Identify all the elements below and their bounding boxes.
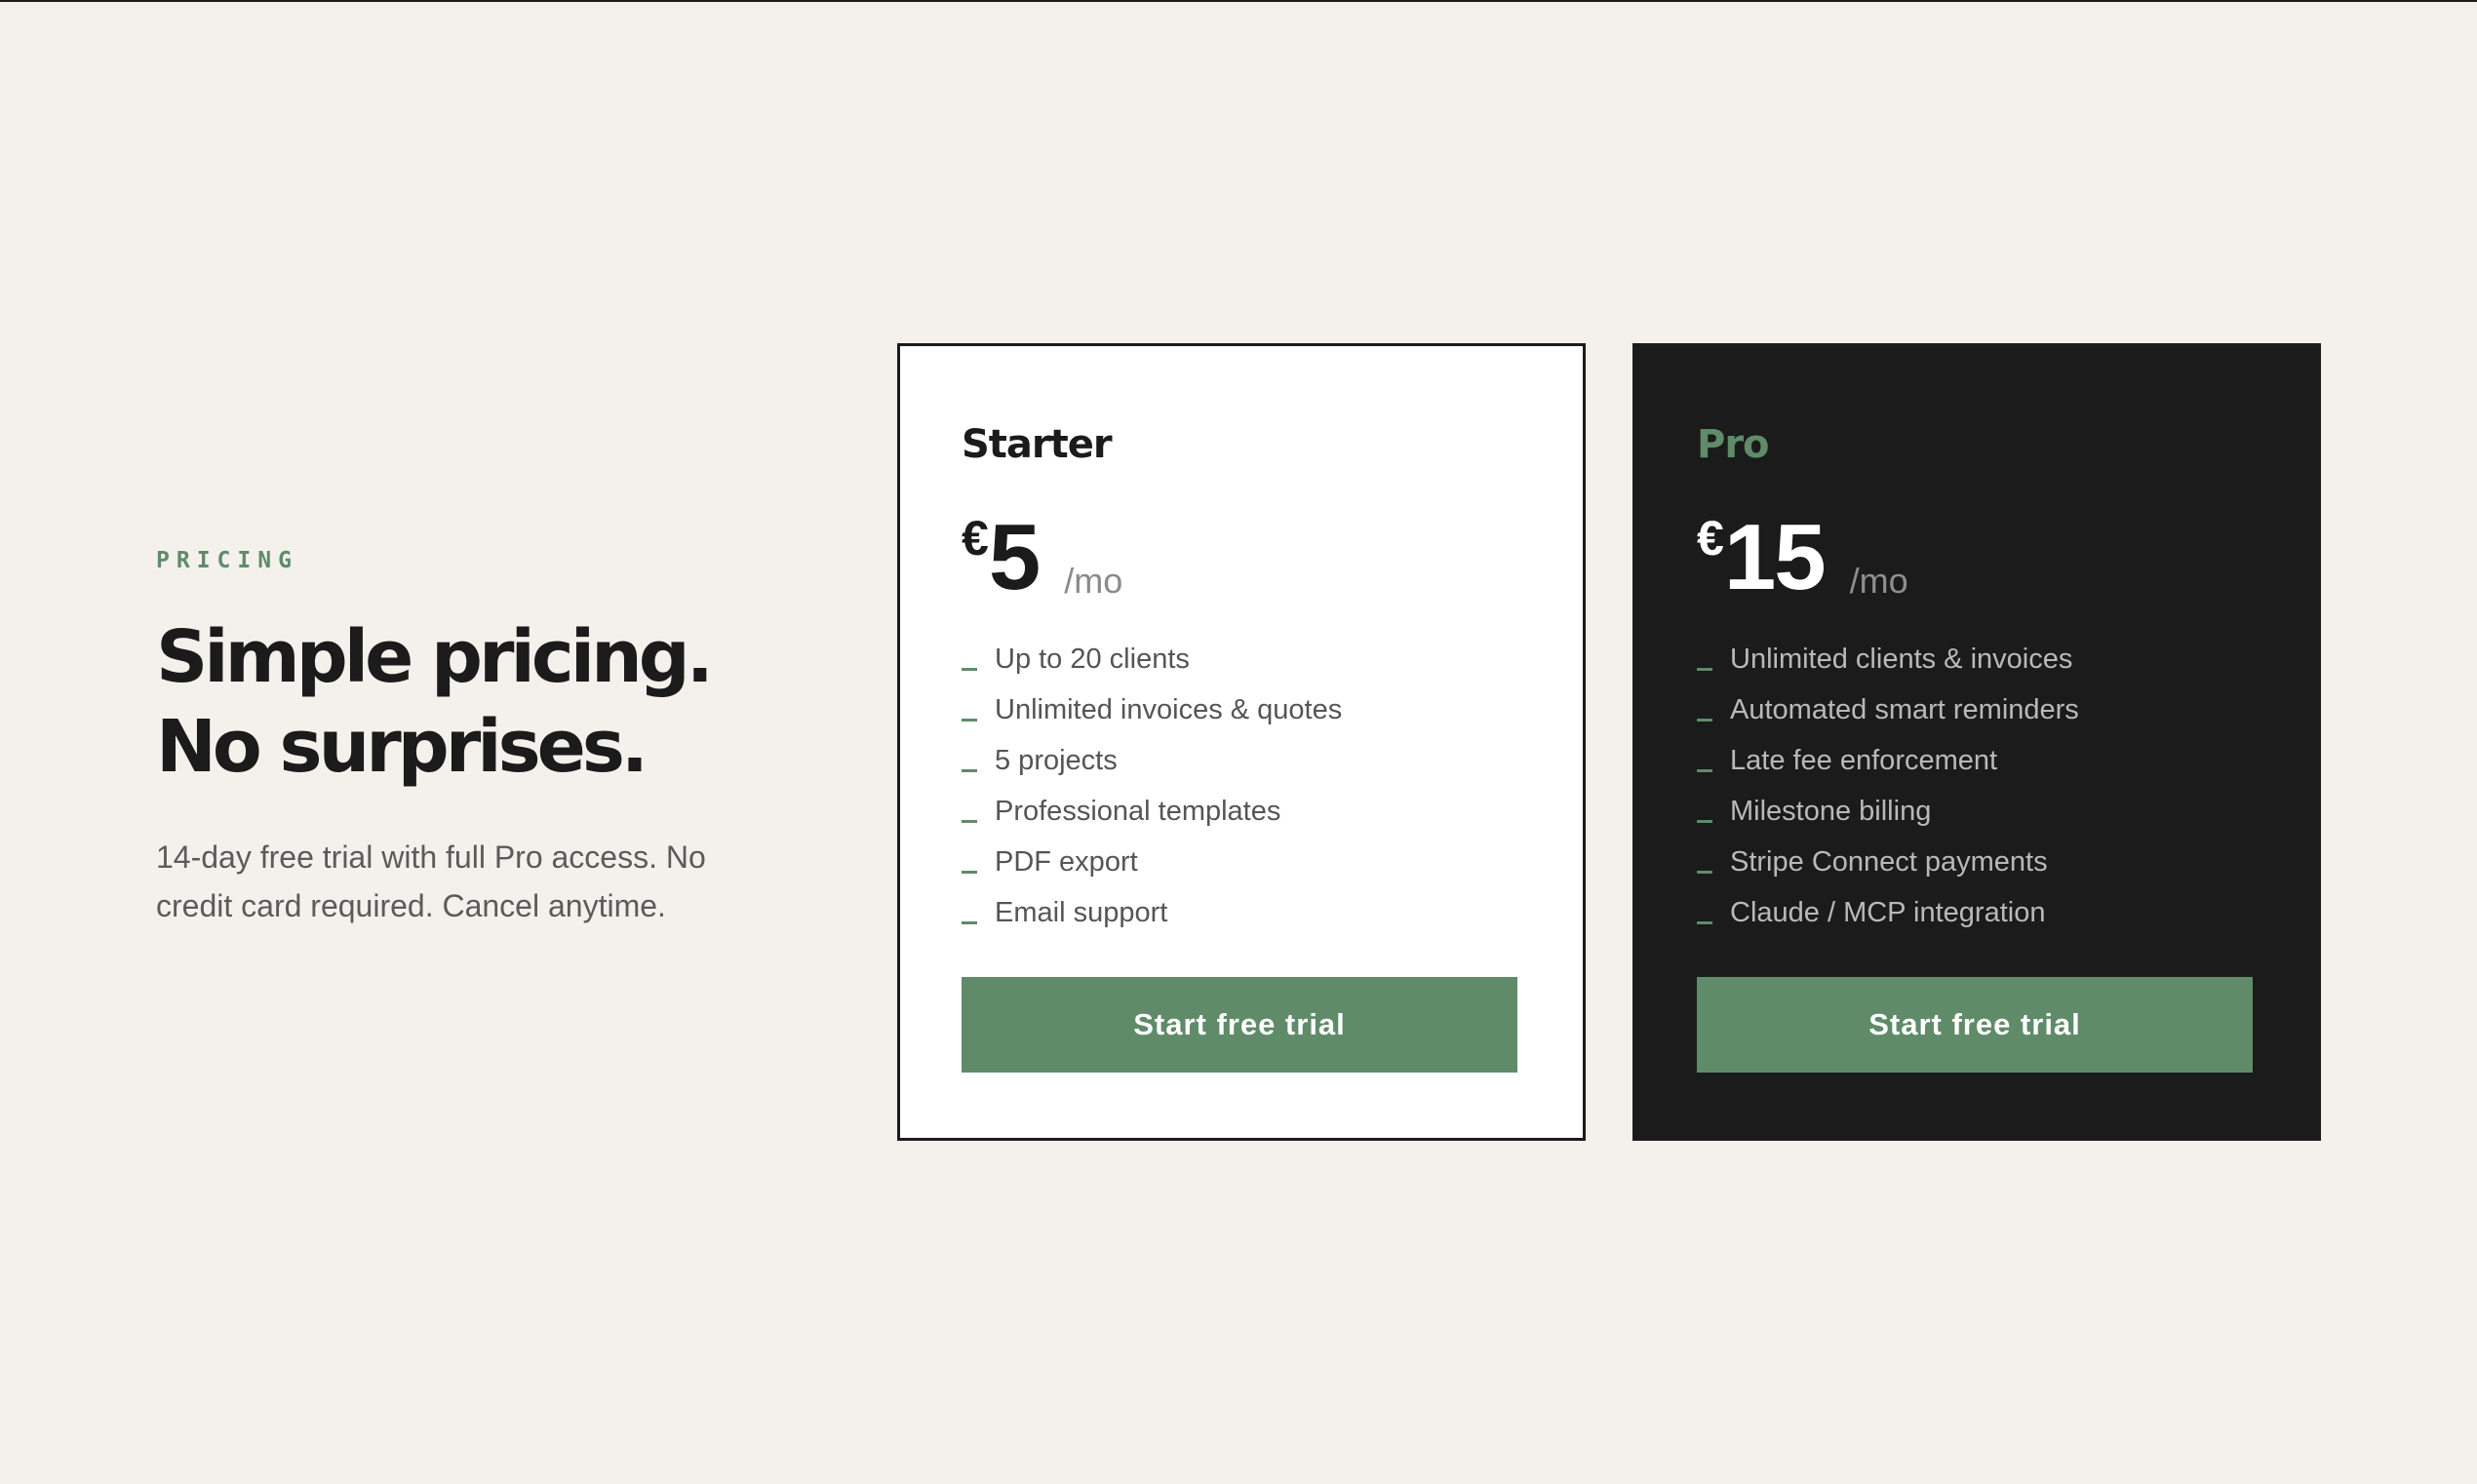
top-divider bbox=[0, 0, 2477, 2]
feature-item: 5 projects bbox=[962, 735, 1521, 786]
feature-item: Milestone billing bbox=[1697, 786, 2257, 837]
currency-symbol: € bbox=[1697, 511, 1724, 566]
feature-item: Stripe Connect payments bbox=[1697, 837, 2257, 887]
dash-bullet-icon bbox=[962, 870, 977, 874]
price-period: /mo bbox=[1849, 561, 1908, 601]
intro-description: 14-day free trial with full Pro access. … bbox=[156, 840, 706, 923]
plan-card-pro: Pro € 15 /mo Unlimited clients & invoice… bbox=[1632, 343, 2321, 1141]
feature-label: Stripe Connect payments bbox=[1730, 845, 2048, 878]
plan-name: Starter bbox=[962, 422, 1113, 467]
feature-item: Unlimited invoices & quotes bbox=[962, 684, 1521, 735]
feature-list: Up to 20 clients Unlimited invoices & qu… bbox=[962, 634, 1521, 938]
plan-name: Pro bbox=[1697, 422, 1770, 467]
start-trial-button-pro[interactable]: Start free trial bbox=[1697, 977, 2253, 1073]
dash-bullet-icon bbox=[962, 819, 977, 823]
feature-label: Late fee enforcement bbox=[1730, 744, 1998, 776]
feature-item: Unlimited clients & invoices bbox=[1697, 634, 2257, 684]
dash-bullet-icon bbox=[1697, 819, 1712, 823]
feature-list: Unlimited clients & invoices Automated s… bbox=[1697, 634, 2257, 938]
start-trial-button-starter[interactable]: Start free trial bbox=[962, 977, 1517, 1073]
feature-item: Claude / MCP integration bbox=[1697, 887, 2257, 938]
price: € 15 /mo bbox=[1697, 509, 2257, 606]
headline-line-2: No surprises. bbox=[156, 705, 649, 789]
dash-bullet-icon bbox=[1697, 718, 1712, 722]
page-title: Simple pricing. No surprises. bbox=[156, 612, 780, 792]
feature-label: Unlimited invoices & quotes bbox=[995, 693, 1343, 725]
pricing-intro: PRICING Simple pricing. No surprises. 14… bbox=[156, 546, 780, 930]
feature-item: Email support bbox=[962, 887, 1521, 938]
dash-bullet-icon bbox=[1697, 920, 1712, 924]
price-period: /mo bbox=[1064, 561, 1123, 601]
feature-label: PDF export bbox=[995, 845, 1138, 878]
price: € 5 /mo bbox=[962, 509, 1521, 606]
currency-symbol: € bbox=[962, 511, 989, 566]
dash-bullet-icon bbox=[1697, 870, 1712, 874]
feature-label: Unlimited clients & invoices bbox=[1730, 643, 2073, 675]
feature-item: Professional templates bbox=[962, 786, 1521, 837]
dash-bullet-icon bbox=[962, 667, 977, 671]
dash-bullet-icon bbox=[962, 768, 977, 772]
feature-label: Professional templates bbox=[995, 795, 1281, 827]
feature-label: Automated smart reminders bbox=[1730, 693, 2079, 725]
feature-label: 5 projects bbox=[995, 744, 1118, 776]
feature-label: Up to 20 clients bbox=[995, 643, 1190, 675]
dash-bullet-icon bbox=[1697, 667, 1712, 671]
feature-item: Up to 20 clients bbox=[962, 634, 1521, 684]
plan-card-starter: Starter € 5 /mo Up to 20 clients Unlimit… bbox=[897, 343, 1586, 1141]
dash-bullet-icon bbox=[962, 920, 977, 924]
price-amount: 5 bbox=[988, 505, 1041, 609]
section-eyebrow: PRICING bbox=[156, 548, 298, 573]
dash-bullet-icon bbox=[962, 718, 977, 722]
price-amount: 15 bbox=[1723, 505, 1827, 609]
feature-label: Claude / MCP integration bbox=[1730, 896, 2046, 928]
feature-item: Automated smart reminders bbox=[1697, 684, 2257, 735]
headline-line-1: Simple pricing. bbox=[156, 615, 714, 699]
feature-item: PDF export bbox=[962, 837, 1521, 887]
feature-label: Email support bbox=[995, 896, 1168, 928]
dash-bullet-icon bbox=[1697, 768, 1712, 772]
feature-label: Milestone billing bbox=[1730, 795, 1932, 827]
feature-item: Late fee enforcement bbox=[1697, 735, 2257, 786]
